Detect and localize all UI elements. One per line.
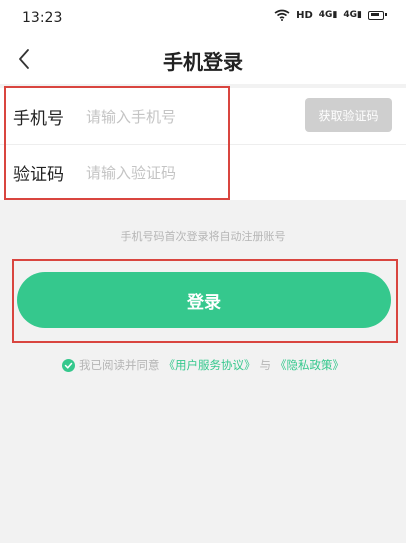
status-time: 13:23 [22, 10, 63, 26]
status-icons: HD 4G▮ 4G▮ [274, 9, 387, 21]
agreement: 我已阅读并同意 《用户服务协议》 与 《隐私政策》 [0, 357, 406, 373]
privacy-policy-link[interactable]: 《隐私政策》 [275, 357, 344, 373]
page-title: 手机登录 [163, 50, 243, 74]
signal-icon-2: 4G▮ [343, 10, 362, 20]
login-form: 手机号 获取验证码 验证码 [0, 88, 406, 200]
wifi-icon [274, 9, 290, 21]
status-bar: 13:23 HD 4G▮ 4G▮ [0, 0, 406, 34]
code-label: 验证码 [13, 165, 64, 185]
phone-label: 手机号 [13, 109, 64, 129]
code-row: 验证码 [0, 144, 406, 200]
checkmark-icon [64, 362, 73, 369]
code-input[interactable] [84, 158, 288, 188]
login-button[interactable]: 登录 [17, 272, 391, 328]
agreement-conjunction: 与 [259, 358, 272, 372]
get-code-button[interactable]: 获取验证码 [305, 98, 392, 132]
user-agreement-link[interactable]: 《用户服务协议》 [164, 357, 256, 373]
check-icon[interactable] [62, 358, 75, 372]
register-hint: 手机号码首次登录将自动注册账号 [120, 230, 286, 243]
header: 手机登录 [0, 34, 406, 84]
battery-icon [368, 10, 387, 20]
phone-row: 手机号 获取验证码 [0, 88, 406, 145]
hd-icon: HD [296, 9, 313, 21]
phone-input[interactable] [84, 102, 288, 132]
signal-icon-1: 4G▮ [318, 10, 338, 20]
agreement-prefix: 我已阅读并同意 [79, 358, 160, 372]
